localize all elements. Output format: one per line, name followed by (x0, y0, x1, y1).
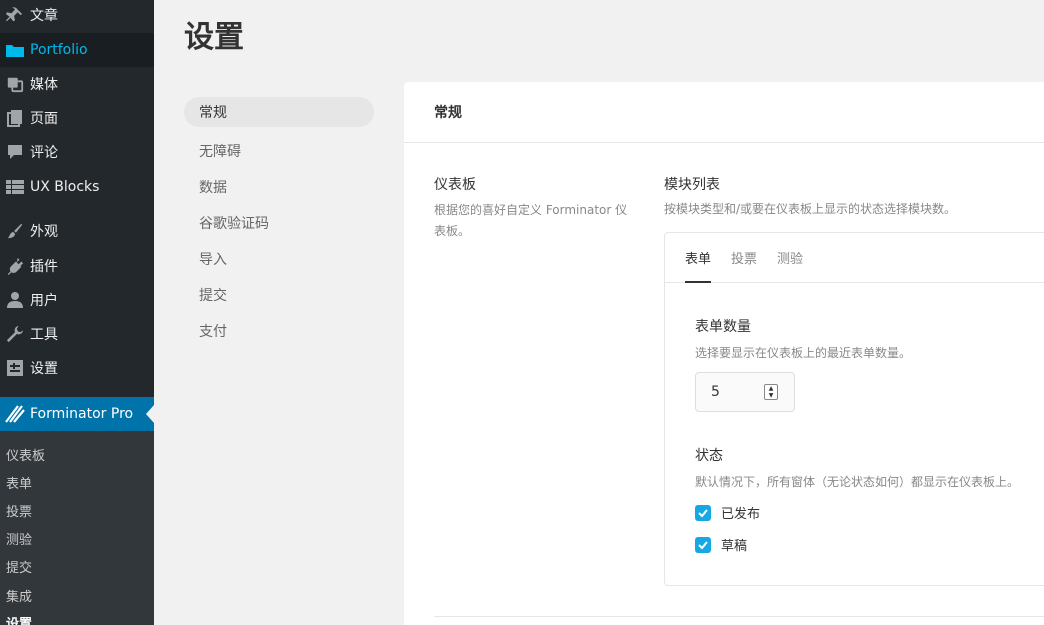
spinner-up-icon[interactable]: ▲ (769, 385, 774, 392)
settings-icon (0, 360, 30, 376)
submenu-quizzes[interactable]: 测验 (6, 529, 32, 548)
nav-import[interactable]: 导入 (184, 241, 374, 277)
module-tabs: 表单 投票 测验 (665, 233, 1044, 283)
module-list-title: 模块列表 (664, 177, 720, 193)
submenu-settings[interactable]: 设置 (6, 613, 32, 625)
module-tabs-box: 表单 投票 测验 表单数量 选择要显示在仪表板上的最近表单数量。 5 ▲ ▼ 状… (664, 232, 1044, 586)
nav-accessibility[interactable]: 无障碍 (184, 133, 374, 169)
tab-quizzes[interactable]: 测验 (777, 233, 803, 282)
menu-item-posts[interactable]: 文章 (0, 0, 154, 32)
form-count-title: 表单数量 (695, 319, 751, 335)
checkbox-checked-icon[interactable] (695, 536, 711, 553)
pin-icon (0, 6, 30, 24)
admin-sidebar: 文章 Portfolio 媒体 页面 评论 UX Blocks 外观 插件 用户… (0, 0, 154, 625)
wrench-icon (0, 325, 30, 343)
menu-item-users[interactable]: 用户 (0, 283, 154, 317)
status-title: 状态 (695, 448, 723, 464)
dashboard-label: 仪表板 (434, 177, 476, 193)
nav-data[interactable]: 数据 (184, 169, 374, 205)
module-list-description: 按模块类型和/或要在仪表板上显示的状态选择模块数。 (664, 202, 957, 216)
user-icon (0, 292, 30, 308)
nav-payments[interactable]: 支付 (184, 313, 374, 349)
settings-box: 常规 仪表板 根据您的喜好自定义 Forminator 仪表板。 模块列表 按模… (404, 82, 1044, 625)
checkbox-draft-label: 草稿 (721, 539, 748, 554)
menu-item-settings[interactable]: 设置 (0, 351, 154, 385)
checkbox-checked-icon[interactable] (695, 504, 711, 521)
box-header: 常规 (404, 82, 1044, 143)
menu-item-forminator[interactable]: Forminator Pro (0, 397, 154, 431)
checkbox-draft[interactable]: 草稿 (695, 535, 747, 554)
menu-item-plugins[interactable]: 插件 (0, 249, 154, 283)
plugin-icon (0, 257, 30, 275)
settings-nav: 常规 无障碍 数据 谷歌验证码 导入 提交 支付 (184, 97, 374, 349)
menu-item-pages[interactable]: 页面 (0, 101, 154, 135)
submenu-integrations[interactable]: 集成 (6, 586, 32, 605)
nav-submissions[interactable]: 提交 (184, 277, 374, 313)
menu-item-portfolio[interactable]: Portfolio (0, 33, 154, 67)
module-list-col: 模块列表 按模块类型和/或要在仪表板上显示的状态选择模块数。 (664, 174, 1044, 217)
nav-general[interactable]: 常规 (184, 97, 374, 127)
form-count-input[interactable]: 5 ▲ ▼ (695, 372, 795, 412)
grid-icon (0, 180, 30, 194)
number-spinner[interactable]: ▲ ▼ (764, 384, 778, 400)
menu-item-ux-blocks[interactable]: UX Blocks (0, 170, 154, 204)
tab-polls[interactable]: 投票 (731, 233, 757, 282)
forminator-icon (0, 404, 30, 424)
submenu-dashboard[interactable]: 仪表板 (6, 445, 45, 464)
box-title: 常规 (434, 105, 462, 121)
comment-icon (0, 144, 30, 160)
menu-item-comments[interactable]: 评论 (0, 135, 154, 169)
media-icon (0, 75, 30, 93)
submenu-forms[interactable]: 表单 (6, 473, 32, 492)
spinner-down-icon[interactable]: ▼ (769, 392, 774, 399)
submenu-submissions[interactable]: 提交 (6, 557, 32, 576)
forminator-submenu: 仪表板 表单 投票 测验 提交 集成 设置 (0, 431, 154, 625)
dashboard-label-col: 仪表板 根据您的喜好自定义 Forminator 仪表板。 (434, 174, 639, 242)
checkbox-published-label: 已发布 (721, 507, 761, 522)
folder-icon (0, 42, 30, 58)
form-count-description: 选择要显示在仪表板上的最近表单数量。 (695, 346, 912, 360)
status-description: 默认情况下，所有窗体（无论状态如何）都显示在仪表板上。 (695, 475, 1020, 489)
checkbox-published[interactable]: 已发布 (695, 503, 760, 522)
tab-forms[interactable]: 表单 (685, 233, 712, 283)
menu-item-media[interactable]: 媒体 (0, 67, 154, 101)
page-icon (0, 109, 30, 127)
dashboard-description: 根据您的喜好自定义 Forminator 仪表板。 (434, 203, 628, 238)
menu-item-tools[interactable]: 工具 (0, 317, 154, 351)
nav-recaptcha[interactable]: 谷歌验证码 (184, 205, 374, 241)
menu-item-appearance[interactable]: 外观 (0, 214, 154, 248)
divider (434, 616, 1044, 617)
submenu-polls[interactable]: 投票 (6, 501, 32, 520)
brush-icon (0, 222, 30, 240)
page-title: 设置 (184, 20, 244, 55)
form-count-value: 5 (711, 384, 720, 400)
